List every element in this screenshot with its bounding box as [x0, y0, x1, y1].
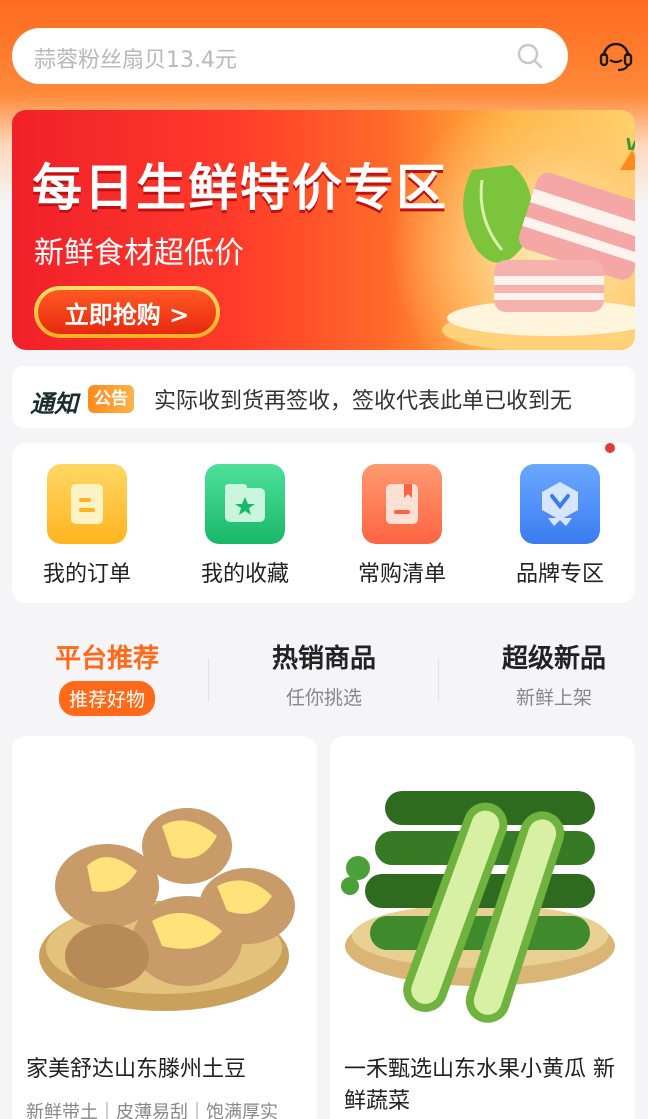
- shopping-list-icon: [362, 464, 442, 544]
- quick-entry-my-orders[interactable]: 我的订单: [17, 464, 157, 594]
- buy-now-button[interactable]: 立即抢购 >: [34, 286, 220, 338]
- cucumber-product-image: [341, 791, 615, 1023]
- tab-platform-recommend[interactable]: 平台推荐 推荐好物: [12, 630, 202, 720]
- favorite-icon: [205, 464, 285, 544]
- quick-entry-shopping-list[interactable]: 常购清单: [332, 464, 472, 594]
- product-tabs: 平台推荐 推荐好物 热销商品 任你挑选 超级新品 新鲜上架: [12, 630, 635, 720]
- tab-subtitle: 新鲜上架: [515, 687, 592, 709]
- product-card[interactable]: 一禾甄选山东水果小黄瓜 新鲜蔬菜: [330, 736, 635, 1119]
- notice-tag: 公告: [88, 385, 134, 413]
- tab-hot-products[interactable]: 热销商品 任你挑选: [229, 630, 419, 720]
- notification-dot: [605, 443, 615, 453]
- product-title: 一禾甄选山东水果小黄瓜 新鲜蔬菜: [344, 1057, 615, 1114]
- tab-divider: [208, 658, 209, 702]
- tab-subtitle: 任你挑选: [285, 687, 362, 709]
- banner-subtitle: 新鲜食材超低价: [34, 236, 244, 271]
- product-title: 家美舒达山东滕州土豆: [26, 1057, 247, 1082]
- search-input[interactable]: 蒜蓉粉丝扇贝13.4元: [12, 28, 568, 84]
- order-icon: [47, 464, 127, 544]
- quick-entry-label: 我的订单: [42, 562, 131, 587]
- product-tags: 新鲜带土｜皮薄易刮｜饱满厚实: [26, 1102, 278, 1119]
- banner-title: 每日生鲜特价专区: [32, 159, 448, 217]
- tab-new-products[interactable]: 超级新品 新鲜上架: [459, 630, 648, 720]
- tab-divider: [438, 658, 439, 702]
- quick-entry-brand-zone[interactable]: 品牌专区: [490, 464, 630, 594]
- tab-title: 超级新品: [501, 644, 606, 674]
- quick-entry-label: 品牌专区: [515, 562, 604, 587]
- tab-title: 平台推荐: [54, 644, 159, 674]
- search-icon[interactable]: [516, 42, 544, 70]
- search-placeholder: 蒜蓉粉丝扇贝13.4元: [34, 48, 237, 73]
- quick-entry-label: 常购清单: [357, 562, 446, 587]
- search-bar: 蒜蓉粉丝扇贝13.4元: [12, 28, 636, 84]
- notice-fade: [565, 366, 635, 428]
- promo-banner[interactable]: 每日生鲜特价专区 新鲜食材超低价 立即抢购 >: [12, 110, 635, 350]
- customer-service-icon[interactable]: [596, 36, 636, 76]
- tab-title: 热销商品: [271, 644, 376, 674]
- fresh-food-illustration: [442, 137, 635, 350]
- product-card[interactable]: 家美舒达山东滕州土豆 新鲜带土｜皮薄易刮｜饱满厚实: [12, 736, 317, 1119]
- notice-logo: 通知: [30, 390, 78, 418]
- quick-entry-my-favorites[interactable]: 我的收藏: [175, 464, 315, 594]
- buy-now-label: 立即抢购 >: [38, 290, 216, 334]
- notice-bar[interactable]: 通知 公告 实际收到货再签收，签收代表此单已收到无: [12, 366, 635, 428]
- quick-entry-panel: 我的订单 我的收藏 常购清单 品牌专区: [12, 443, 635, 603]
- brand-icon: [520, 464, 600, 544]
- potato-product-image: [39, 808, 295, 1011]
- notice-text: 实际收到货再签收，签收代表此单已收到无: [154, 389, 573, 414]
- tab-subtitle: 推荐好物: [58, 681, 155, 716]
- quick-entry-label: 我的收藏: [200, 562, 289, 587]
